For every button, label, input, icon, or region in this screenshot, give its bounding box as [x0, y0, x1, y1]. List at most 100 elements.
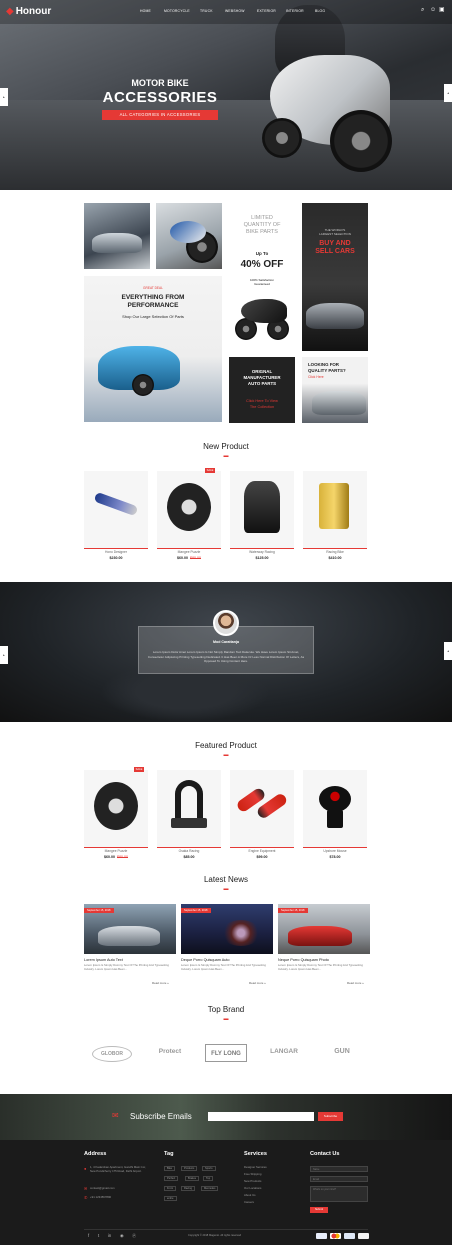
nav-truck[interactable]: TRUCK: [200, 9, 213, 13]
product-name[interactable]: Waterway Racing: [230, 550, 294, 554]
product-card[interactable]: SALE: [157, 468, 221, 549]
news-red-car-shape: [288, 926, 352, 946]
sport-bike-shape: [241, 299, 287, 323]
service-link[interactable]: Our Locations: [244, 1186, 261, 1190]
brand-logo[interactable]: LANGAR: [264, 1048, 304, 1055]
product-name[interactable]: Osaka Racing: [157, 849, 221, 853]
discover-icon: [358, 1233, 369, 1239]
product-card[interactable]: SALE: [84, 767, 148, 848]
testimonial-author: Mod Carattanja: [213, 640, 239, 644]
section-divider-icon: ▬: [223, 752, 229, 758]
tag-item[interactable]: Front: [164, 1186, 177, 1191]
product-price: $410.00: [303, 556, 367, 560]
nav-motorcycle[interactable]: MOTORCYCLE: [164, 9, 190, 13]
tag-item[interactable]: Perfect: [164, 1176, 179, 1181]
product-card[interactable]: [303, 770, 367, 848]
mail-icon: ✉: [84, 1186, 88, 1191]
promo-buy-sell-tile[interactable]: THE WORLD'S LARGEST SELECTION BUY AND SE…: [302, 203, 368, 351]
hero-banner: ◆ Honour HOME MOTORCYCLE TRUCK WEBSHOW EX…: [0, 0, 452, 190]
subscribe-email-input[interactable]: [208, 1112, 314, 1121]
brand-logo[interactable]: FLY LONG: [205, 1044, 247, 1062]
product-name[interactable]: Upshore Mouse: [303, 849, 367, 853]
product-card[interactable]: [230, 770, 294, 848]
tag-item[interactable]: entire: [164, 1196, 177, 1201]
brand-logo[interactable]: GUN: [322, 1048, 362, 1055]
brand-logo[interactable]: GLOBOR: [92, 1046, 132, 1062]
news-excerpt: Lorem Ipsum Is Simply Dummy Text Of The …: [181, 963, 266, 971]
read-more-link[interactable]: Read more »: [249, 981, 266, 985]
product-name[interactable]: Mangee Puzzle: [84, 849, 148, 853]
tag-item[interactable]: Bike: [164, 1166, 176, 1171]
tire-image: [94, 782, 138, 830]
nav-home[interactable]: HOME: [140, 9, 151, 13]
product-card[interactable]: [157, 770, 221, 848]
left-side-tab[interactable]: ▸: [0, 88, 8, 106]
news-title[interactable]: Neque Porro Quisquam Photo: [278, 958, 370, 962]
service-link[interactable]: Designer Services: [244, 1165, 267, 1169]
pinterest-icon[interactable]: ⓟ: [132, 1233, 136, 1239]
account-icon[interactable]: ☺: [430, 7, 436, 13]
tag-item[interactable]: Mercedes: [201, 1186, 219, 1191]
promo-bike-image[interactable]: [156, 203, 222, 269]
product-card[interactable]: [230, 471, 294, 549]
brand-logo[interactable]: Protect: [150, 1048, 190, 1055]
right-side-tab[interactable]: ◂: [444, 642, 452, 660]
left-side-tab[interactable]: ▸: [0, 646, 8, 664]
contact-submit-button[interactable]: Submit: [310, 1207, 328, 1213]
service-link[interactable]: About Us: [244, 1193, 256, 1197]
site-logo[interactable]: ◆ Honour: [6, 6, 51, 17]
nav-webshow[interactable]: WEBSHOW: [225, 9, 245, 13]
footer-email[interactable]: contact@gmail.com: [90, 1186, 115, 1190]
news-title[interactable]: Lorem Ipsum Auto Text: [84, 958, 176, 962]
linkedin-icon[interactable]: in: [108, 1233, 111, 1238]
service-link[interactable]: Free Shipping: [244, 1172, 261, 1176]
hero-subtitle: MOTOR BIKE: [131, 78, 189, 88]
promo-quality-tile[interactable]: LOOKING FOR QUALITY PARTS? Click Here: [302, 357, 368, 423]
facebook-icon[interactable]: f: [88, 1233, 89, 1238]
tag-item[interactable]: Racing: [181, 1186, 196, 1191]
tag-item[interactable]: Brakes: [185, 1176, 200, 1181]
rss-icon[interactable]: ◉: [120, 1233, 124, 1238]
news-image[interactable]: September 15, 2018: [84, 904, 176, 954]
promo-car-image[interactable]: [84, 203, 150, 269]
search-icon[interactable]: ⌕: [421, 7, 427, 13]
product-name[interactable]: Racing Bike: [303, 550, 367, 554]
news-image[interactable]: September 15, 2018: [278, 904, 370, 954]
product-card[interactable]: [84, 471, 148, 549]
read-more-link[interactable]: Read more »: [152, 981, 169, 985]
paypal-icon: [344, 1233, 355, 1239]
mastercard-icon: [330, 1233, 341, 1239]
lock-body: [171, 818, 207, 828]
nav-exterior[interactable]: EXTERIOR: [257, 9, 276, 13]
service-link[interactable]: New Products: [244, 1179, 261, 1183]
subscribe-button[interactable]: Subscribe: [318, 1112, 343, 1121]
cart-icon[interactable]: ▣: [439, 7, 445, 13]
product-name[interactable]: Engine Equipment: [230, 849, 294, 853]
contact-name-input[interactable]: Name: [310, 1166, 368, 1172]
tag-item[interactable]: Top: [203, 1176, 214, 1181]
contact-email-input[interactable]: Email: [310, 1176, 368, 1182]
slider-dots[interactable]: [212, 184, 236, 190]
news-title[interactable]: Deque Porro Quisquam Auto: [181, 958, 273, 962]
read-more-link[interactable]: Read more »: [347, 981, 364, 985]
nav-blog[interactable]: BLOG: [315, 9, 325, 13]
tag-item[interactable]: Products: [181, 1166, 198, 1171]
promo-limited-tile[interactable]: LIMITED QUANTITY OF BIKE PARTS Up To 40%…: [229, 203, 295, 353]
product-name[interactable]: Mangee Puzzle: [157, 550, 221, 554]
news-image[interactable]: September 15, 2018: [181, 904, 273, 954]
product-card[interactable]: [303, 471, 367, 549]
subscribe-title: Subscribe Emails: [130, 1112, 192, 1121]
tag-item[interactable]: Sports: [202, 1166, 216, 1171]
hero-categories-button[interactable]: ALL CATEGORIES IN ACCESSORIES: [102, 110, 218, 120]
service-link[interactable]: Careers: [244, 1200, 254, 1204]
promo-performance-tile[interactable]: GREAT DEAL EVERYTHING FROM PERFORMANCE S…: [84, 276, 222, 422]
copyright-text: Copyright © 2018 Magento. All rights res…: [188, 1234, 242, 1237]
promo-original-tile[interactable]: ORIGNAL MANUFACTURER AUTO PARTS Click He…: [229, 357, 295, 423]
contact-message-input[interactable]: What's on your mind?: [310, 1186, 368, 1202]
twitter-icon[interactable]: t: [98, 1233, 99, 1238]
bike-rear-wheel: [262, 118, 302, 158]
knob-image: [319, 786, 351, 812]
right-side-tab[interactable]: ◂: [444, 84, 452, 102]
nav-interior[interactable]: INTERIOR: [286, 9, 304, 13]
product-name[interactable]: Hono Designer: [84, 550, 148, 554]
